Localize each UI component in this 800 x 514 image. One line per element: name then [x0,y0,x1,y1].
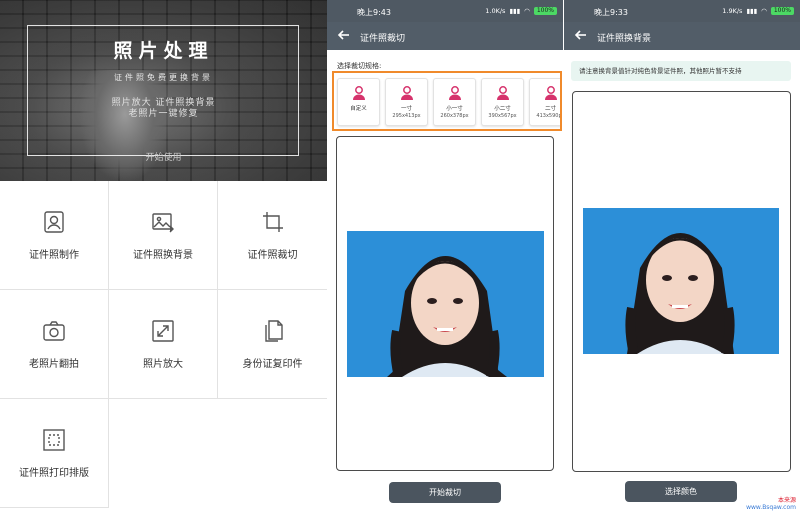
document-copy-icon [264,319,283,342]
feature-photo-enlarge[interactable]: 照片放大 [109,290,218,399]
app-bar: 证件照裁切 [327,22,563,50]
home-panel: 照片处理 证件照免费更换背景 照片放大 证件照换背景 老照片一键修复 开始使用 … [0,0,327,514]
network-speed: 1.9K/s [722,7,743,15]
feature-id-photo-make[interactable]: 证件照制作 [0,181,109,290]
feature-print-layout[interactable]: 证件照打印排版 [0,399,109,508]
page-title: 证件照换背景 [597,34,652,44]
feature-label: 证件照换背景 [133,249,193,261]
id-photo-icon [44,210,64,233]
spec-list: 自定义 一寸 295x413px 小一寸 260x378px 小二寸 390x5… [337,78,562,126]
portrait-illustration [347,231,544,377]
spec-name: 一寸 [400,106,412,112]
image-change-icon [152,212,174,232]
feature-label: 证件照制作 [29,249,79,261]
app-bar: 证件照换背景 [564,22,800,50]
spec-size: 413x590px [536,113,562,119]
hero-bottom-text: 开始使用 [145,153,182,163]
watermark: 本来源 www.Bsqaw.com [746,495,796,511]
spec-label: 选择裁切规格: [337,62,382,70]
camera-icon [43,320,65,341]
spec-name: 自定义 [350,106,367,112]
person-icon [448,86,461,100]
status-bar: 晚上9:43 1.0K/s ▮▮▮ ◠ 100% [327,0,563,22]
spec-size: 390x567px [488,113,517,119]
hero-title: 照片处理 [113,40,214,62]
feature-old-photo-reshoot[interactable]: 老照片翻拍 [0,290,109,399]
enlarge-icon [152,319,174,342]
portrait-illustration [583,208,779,354]
spec-selector: 自定义 一寸 295x413px 小一寸 260x378px 小二寸 390x5… [332,71,562,131]
feature-id-card-copy[interactable]: 身份证复印件 [218,290,327,399]
battery-indicator: 100% [770,7,794,15]
watermark-line-2: www.Bsqaw.com [746,504,796,511]
spec-option-1inch[interactable]: 一寸 295x413px [385,78,428,126]
background-change-screen: 晚上9:33 1.9K/s ▮▮▮ ◠ 100% 证件照换背景 请注意换背景值针… [564,0,800,514]
feature-label: 证件照裁切 [247,249,298,261]
page-title: 证件照裁切 [360,34,406,44]
person-icon [352,86,365,100]
spec-option-small-2inch[interactable]: 小二寸 390x567px [481,78,524,126]
person-icon [544,86,557,100]
status-bar: 晚上9:33 1.9K/s ▮▮▮ ◠ 100% [564,0,800,22]
choose-color-button[interactable]: 选择颜色 [625,481,737,502]
status-icons: 1.0K/s ▮▮▮ ◠ 100% [485,7,557,15]
spec-name: 小二寸 [494,106,511,112]
feature-label: 老照片翻拍 [29,358,79,370]
start-crop-button[interactable]: 开始裁切 [389,482,501,503]
crop-screen: 晚上9:43 1.0K/s ▮▮▮ ◠ 100% 证件照裁切 选择裁切规格: 自… [327,0,563,514]
feature-label: 证件照打印排版 [19,467,89,479]
spec-option-2inch[interactable]: 二寸 413x590px [529,78,562,126]
spec-name: 小一寸 [446,106,463,112]
status-icons: 1.9K/s ▮▮▮ ◠ 100% [722,7,794,15]
network-speed: 1.0K/s [485,7,506,15]
notice-banner: 请注意换背景值针对纯色背景证件照，其他照片暂不支持 [571,61,791,81]
signal-icon: ▮▮▮ [509,7,521,15]
hero-subtitle: 证件照免费更换背景 [114,73,213,82]
back-arrow-icon[interactable] [573,27,589,43]
feature-grid: 证件照制作 证件照换背景 证件照裁切 老照片翻拍 照片放大 身份证复印件 证件照… [0,181,327,514]
watermark-line-1: 本来源 [777,497,796,504]
portrait-photo [583,208,779,354]
back-arrow-icon[interactable] [336,27,352,43]
spec-size: 260x378px [440,113,469,119]
screenshot-root: 照片处理 证件照免费更换背景 照片放大 证件照换背景 老照片一键修复 开始使用 … [0,0,800,514]
hero-line-2: 老照片一键修复 [128,109,199,119]
feature-label: 照片放大 [143,358,183,370]
spec-option-small-1inch[interactable]: 小一寸 260x378px [433,78,476,126]
feature-id-photo-background[interactable]: 证件照换背景 [109,181,218,290]
person-icon [400,86,413,100]
person-icon [496,86,509,100]
status-time: 晚上9:43 [357,8,391,17]
status-time: 晚上9:33 [594,8,628,17]
battery-indicator: 100% [533,7,557,15]
spec-size: 295x413px [392,113,421,119]
hero-banner[interactable]: 照片处理 证件照免费更换背景 照片放大 证件照换背景 老照片一键修复 开始使用 [0,0,327,181]
print-layout-icon [43,428,65,451]
spec-name: 二寸 [544,106,556,112]
feature-id-photo-crop[interactable]: 证件照裁切 [218,181,327,290]
wifi-icon: ◠ [761,7,767,15]
portrait-photo [347,231,544,377]
spec-option-custom[interactable]: 自定义 [337,78,380,126]
signal-icon: ▮▮▮ [746,7,758,15]
wifi-icon: ◠ [524,7,530,15]
crop-icon [262,211,283,232]
feature-label: 身份证复印件 [242,358,303,370]
